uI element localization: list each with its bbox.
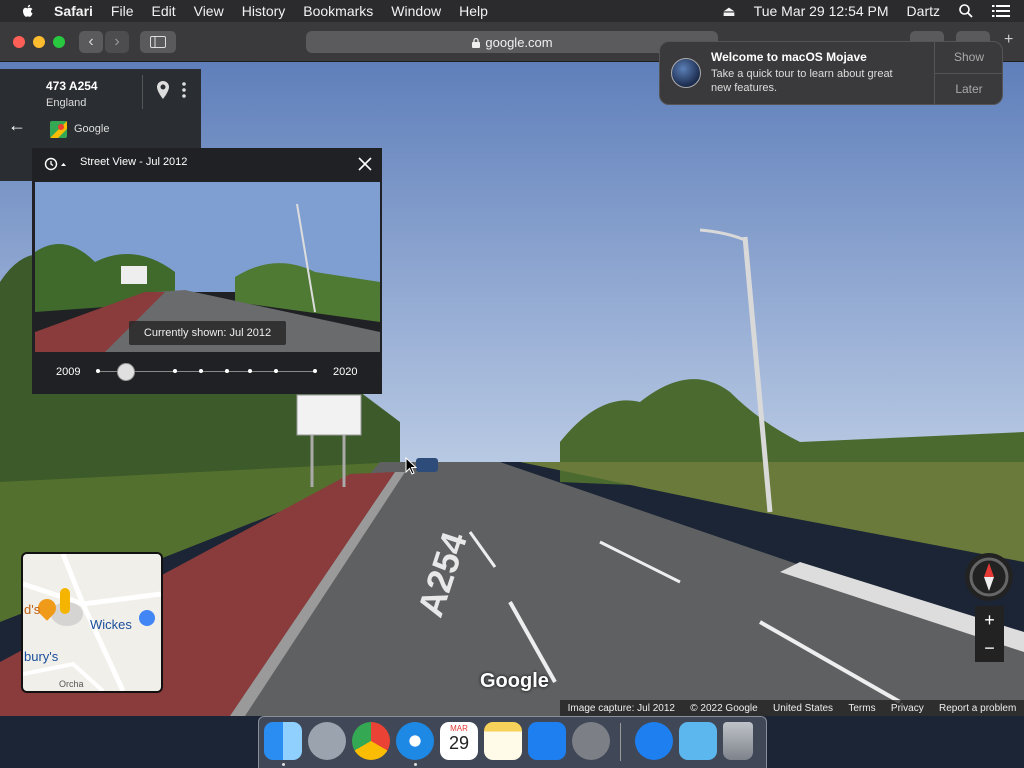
menubar-clock[interactable]: Tue Mar 29 12:54 PM (754, 3, 889, 19)
place-info-card: 473 A254 England Google (32, 69, 201, 149)
notification-show-button[interactable]: Show (935, 50, 1003, 64)
road-sign (296, 394, 362, 436)
timeline-tick[interactable] (173, 369, 177, 373)
system-preferences-icon[interactable] (572, 722, 610, 760)
address-text: google.com (485, 34, 553, 50)
menu-help[interactable]: Help (459, 3, 488, 19)
mouse-cursor-icon (405, 457, 417, 475)
timeline-tick[interactable] (199, 369, 203, 373)
year-end-label: 2020 (333, 366, 358, 378)
minimap-label-sainsburys: bury's (24, 649, 59, 664)
minimap-label-partial: d's (24, 602, 41, 617)
eject-icon[interactable]: ⏏ (722, 3, 735, 20)
notification-body-line2: new features. (711, 82, 778, 94)
minimap-label-wickes: Wickes (90, 617, 132, 632)
window-minimize-button[interactable] (33, 36, 45, 48)
dock: MAR 29 (258, 716, 767, 768)
menu-history[interactable]: History (242, 3, 286, 19)
map-footer: Image capture: Jul 2012 © 2022 Google Un… (560, 700, 1024, 716)
minimap[interactable]: d's Wickes bury's Orcha (21, 552, 163, 693)
notes-icon[interactable] (484, 722, 522, 760)
street-view-timeline-panel: Street View - Jul 2012 Currently shown: … (32, 148, 382, 394)
timeline-tick[interactable] (96, 369, 100, 373)
currently-shown-tooltip: Currently shown: Jul 2012 (129, 321, 286, 345)
timeline-tick[interactable] (313, 369, 317, 373)
menu-window[interactable]: Window (391, 3, 441, 19)
terms-link[interactable]: Terms (848, 703, 875, 714)
minimap-label-road: Orcha (59, 679, 84, 689)
minus-icon: − (984, 638, 995, 658)
privacy-link[interactable]: Privacy (891, 703, 924, 714)
source-label: Google (74, 123, 110, 135)
mojave-logo-icon (671, 58, 701, 88)
app-store-downloads-icon[interactable] (635, 722, 673, 760)
calendar-icon[interactable]: MAR 29 (440, 722, 478, 760)
chevron-right-icon: › (114, 33, 120, 50)
report-problem-link[interactable]: Report a problem (939, 703, 1016, 714)
forward-button[interactable]: › (105, 31, 129, 53)
window-close-button[interactable] (13, 36, 25, 48)
finder-icon[interactable] (264, 722, 302, 760)
zoom-out-button[interactable]: − (975, 635, 1004, 662)
plus-icon: + (984, 610, 995, 630)
chrome-icon[interactable] (352, 722, 390, 760)
back-button[interactable]: ‹ (79, 31, 103, 53)
sidebar-icon (150, 36, 166, 48)
menu-file[interactable]: File (111, 3, 134, 19)
new-tab-button[interactable]: + (1004, 31, 1013, 49)
spotlight-search-icon[interactable] (958, 3, 974, 19)
notification-title: Welcome to macOS Mojave (711, 50, 867, 64)
compass-icon (969, 557, 1009, 597)
menu-app-safari[interactable]: Safari (54, 3, 93, 19)
shopping-pin-icon[interactable] (139, 610, 155, 626)
copyright: © 2022 Google (690, 702, 758, 714)
menu-bookmarks[interactable]: Bookmarks (303, 3, 373, 19)
more-options-icon[interactable] (182, 82, 186, 98)
street-view-header: Street View - Jul 2012 (80, 156, 188, 168)
app-store-icon[interactable] (528, 722, 566, 760)
chevron-left-icon: ‹ (88, 33, 94, 50)
car (416, 458, 438, 472)
zoom-in-button[interactable]: + (975, 606, 1004, 635)
location-pin-icon[interactable] (156, 81, 170, 99)
lock-icon (472, 37, 481, 48)
notification-later-button[interactable]: Later (935, 82, 1003, 96)
calendar-month: MAR (450, 724, 468, 733)
region-link[interactable]: United States (773, 703, 833, 714)
downloads-folder-icon[interactable] (679, 722, 717, 760)
timeline-tick[interactable] (225, 369, 229, 373)
compass-button[interactable] (965, 553, 1013, 601)
close-icon[interactable] (358, 157, 372, 171)
timeline-tick[interactable] (274, 369, 278, 373)
timeline-slider-handle[interactable] (117, 363, 136, 381)
notification-body-line1: Take a quick tour to learn about great (711, 68, 893, 80)
menu-edit[interactable]: Edit (151, 3, 175, 19)
notification-banner[interactable]: Welcome to macOS Mojave Take a quick tou… (659, 41, 1003, 105)
safari-icon[interactable] (396, 722, 434, 760)
sidebar-toggle-button[interactable] (140, 31, 176, 53)
pegman-icon[interactable] (60, 588, 70, 614)
menubar-user[interactable]: Dartz (907, 3, 940, 19)
apple-icon[interactable] (20, 3, 36, 19)
trash-icon[interactable] (723, 722, 753, 760)
window-zoom-button[interactable] (53, 36, 65, 48)
image-capture-date: Image capture: Jul 2012 (567, 702, 675, 714)
arrow-left-icon[interactable]: ← (8, 115, 26, 136)
menu-view[interactable]: View (194, 3, 224, 19)
history-clock-icon[interactable] (44, 157, 66, 171)
timeline-tick[interactable] (248, 369, 252, 373)
calendar-day: 29 (448, 733, 470, 753)
menu-bar: Safari File Edit View History Bookmarks … (0, 0, 1024, 22)
back-panel[interactable]: ← (0, 69, 32, 181)
notification-center-icon[interactable] (992, 4, 1010, 18)
place-subtitle: England (46, 97, 87, 109)
google-watermark: Google (480, 670, 549, 692)
place-title: 473 A254 (46, 79, 98, 93)
launchpad-icon[interactable] (308, 722, 346, 760)
address-bar[interactable]: google.com (306, 31, 718, 53)
google-maps-logo-icon (50, 121, 67, 138)
year-start-label: 2009 (56, 366, 81, 378)
